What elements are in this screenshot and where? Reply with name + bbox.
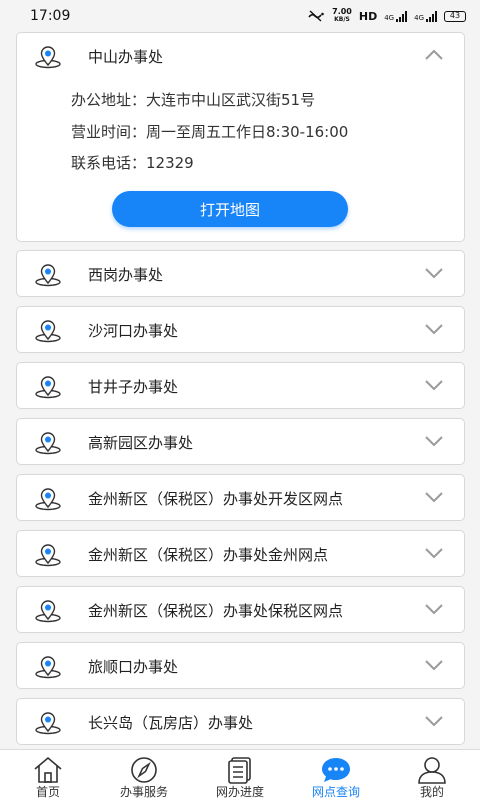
battery-icon: 43 [444, 10, 466, 22]
document-icon [228, 757, 251, 784]
chevron-down-icon[interactable] [424, 323, 444, 335]
tab-label: 网办进度 [215, 785, 264, 799]
office-card[interactable]: 长兴岛（瓦房店）办事处 [16, 698, 465, 745]
chevron-down-icon[interactable] [424, 379, 444, 391]
home-icon [34, 756, 62, 783]
location-pin-icon [35, 600, 61, 623]
location-pin-icon [35, 264, 61, 287]
signal-bars-icon [426, 10, 437, 22]
location-pin-icon [35, 656, 61, 679]
office-name: 高新园区办事处 [88, 434, 194, 452]
office-card-header[interactable]: 高新园区办事处 [17, 419, 464, 465]
status-icons: 7.00 KB/S HD 4G 4G 43 [307, 8, 466, 24]
office-name: 金州新区（保税区）办事处开发区网点 [88, 490, 344, 508]
office-name: 金州新区（保税区）办事处保税区网点 [88, 602, 344, 620]
office-name: 西岗办事处 [88, 266, 164, 284]
tab-home[interactable]: 首页 [0, 750, 96, 800]
signal-4g-1: 4G [384, 10, 408, 22]
location-pin-icon [35, 432, 61, 455]
office-card-header[interactable]: 中山办事处 [17, 33, 464, 79]
tab-label: 办事服务 [119, 785, 168, 799]
location-pin-icon [35, 488, 61, 511]
net-speed: 7.00 KB/S [332, 7, 352, 24]
office-card-header[interactable]: 金州新区（保税区）办事处开发区网点 [17, 475, 464, 521]
hd-indicator: HD [358, 9, 378, 23]
location-pin-icon [35, 544, 61, 567]
chevron-down-icon[interactable] [424, 715, 444, 727]
office-name: 金州新区（保税区）办事处金州网点 [88, 546, 329, 564]
open-map-button[interactable]: 打开地图 [112, 191, 348, 227]
location-pin-icon [35, 46, 61, 69]
office-card-header[interactable]: 长兴岛（瓦房店）办事处 [17, 699, 464, 745]
tab-outlet-query[interactable]: 网点查询 [288, 750, 384, 800]
status-time: 17:09 [30, 8, 71, 24]
office-card[interactable]: 沙河口办事处 [16, 306, 465, 353]
compass-icon [131, 757, 157, 783]
tab-label: 我的 [419, 785, 444, 799]
office-card-header[interactable]: 甘井子办事处 [17, 363, 464, 409]
user-icon [418, 757, 446, 784]
office-name: 旅顺口办事处 [88, 658, 179, 676]
tab-label: 网点查询 [311, 785, 360, 799]
status-bar: 17:09 7.00 KB/S HD 4G 4G 43 [0, 0, 480, 32]
office-phone[interactable]: 联系电话：12329 [71, 152, 194, 173]
office-name: 长兴岛（瓦房店）办事处 [88, 714, 254, 732]
location-pin-icon [35, 712, 61, 735]
office-card-header[interactable]: 金州新区（保税区）办事处保税区网点 [17, 587, 464, 633]
office-card-header[interactable]: 旅顺口办事处 [17, 643, 464, 689]
office-card[interactable]: 金州新区（保税区）办事处金州网点 [16, 530, 465, 577]
office-card-header[interactable]: 西岗办事处 [17, 251, 464, 297]
chevron-down-icon[interactable] [424, 491, 444, 503]
signal-4g-2: 4G [414, 10, 437, 22]
office-card[interactable]: 甘井子办事处 [16, 362, 465, 409]
chat-bubble-icon [322, 758, 350, 782]
bottom-tab-bar: 首页 办事服务 网办进度 网点查询 我的 [0, 749, 480, 800]
chevron-down-icon[interactable] [424, 603, 444, 615]
mute-icon [308, 10, 324, 22]
office-card[interactable]: 高新园区办事处 [16, 418, 465, 465]
office-name: 沙河口办事处 [88, 322, 179, 340]
chevron-down-icon[interactable] [424, 267, 444, 279]
office-list: 中山办事处 办公地址：大连市中山区武汉街51号 营业时间：周一至周五工作日8:3… [0, 32, 480, 748]
office-card-header[interactable]: 沙河口办事处 [17, 307, 464, 353]
office-card[interactable]: 旅顺口办事处 [16, 642, 465, 689]
office-hours: 营业时间：周一至周五工作日8:30-16:00 [71, 123, 349, 141]
tab-mine[interactable]: 我的 [384, 750, 480, 800]
signal-bars-icon [396, 10, 408, 22]
location-pin-icon [35, 320, 61, 343]
location-pin-icon [35, 376, 61, 399]
office-name: 中山办事处 [88, 48, 164, 66]
chevron-down-icon[interactable] [424, 435, 444, 447]
tab-label: 首页 [35, 785, 60, 799]
chevron-down-icon[interactable] [424, 547, 444, 559]
chevron-up-icon[interactable] [424, 49, 444, 61]
office-card[interactable]: 金州新区（保税区）办事处保税区网点 [16, 586, 465, 633]
office-card-zhongshan: 中山办事处 办公地址：大连市中山区武汉街51号 营业时间：周一至周五工作日8:3… [16, 32, 465, 242]
office-card[interactable]: 金州新区（保税区）办事处开发区网点 [16, 474, 465, 521]
office-card-header[interactable]: 金州新区（保税区）办事处金州网点 [17, 531, 464, 577]
office-card[interactable]: 西岗办事处 [16, 250, 465, 297]
office-name: 甘井子办事处 [88, 378, 179, 396]
office-address: 办公地址：大连市中山区武汉街51号 [71, 91, 316, 109]
tab-progress[interactable]: 网办进度 [192, 750, 288, 800]
chevron-down-icon[interactable] [424, 659, 444, 671]
tab-services[interactable]: 办事服务 [96, 750, 192, 800]
